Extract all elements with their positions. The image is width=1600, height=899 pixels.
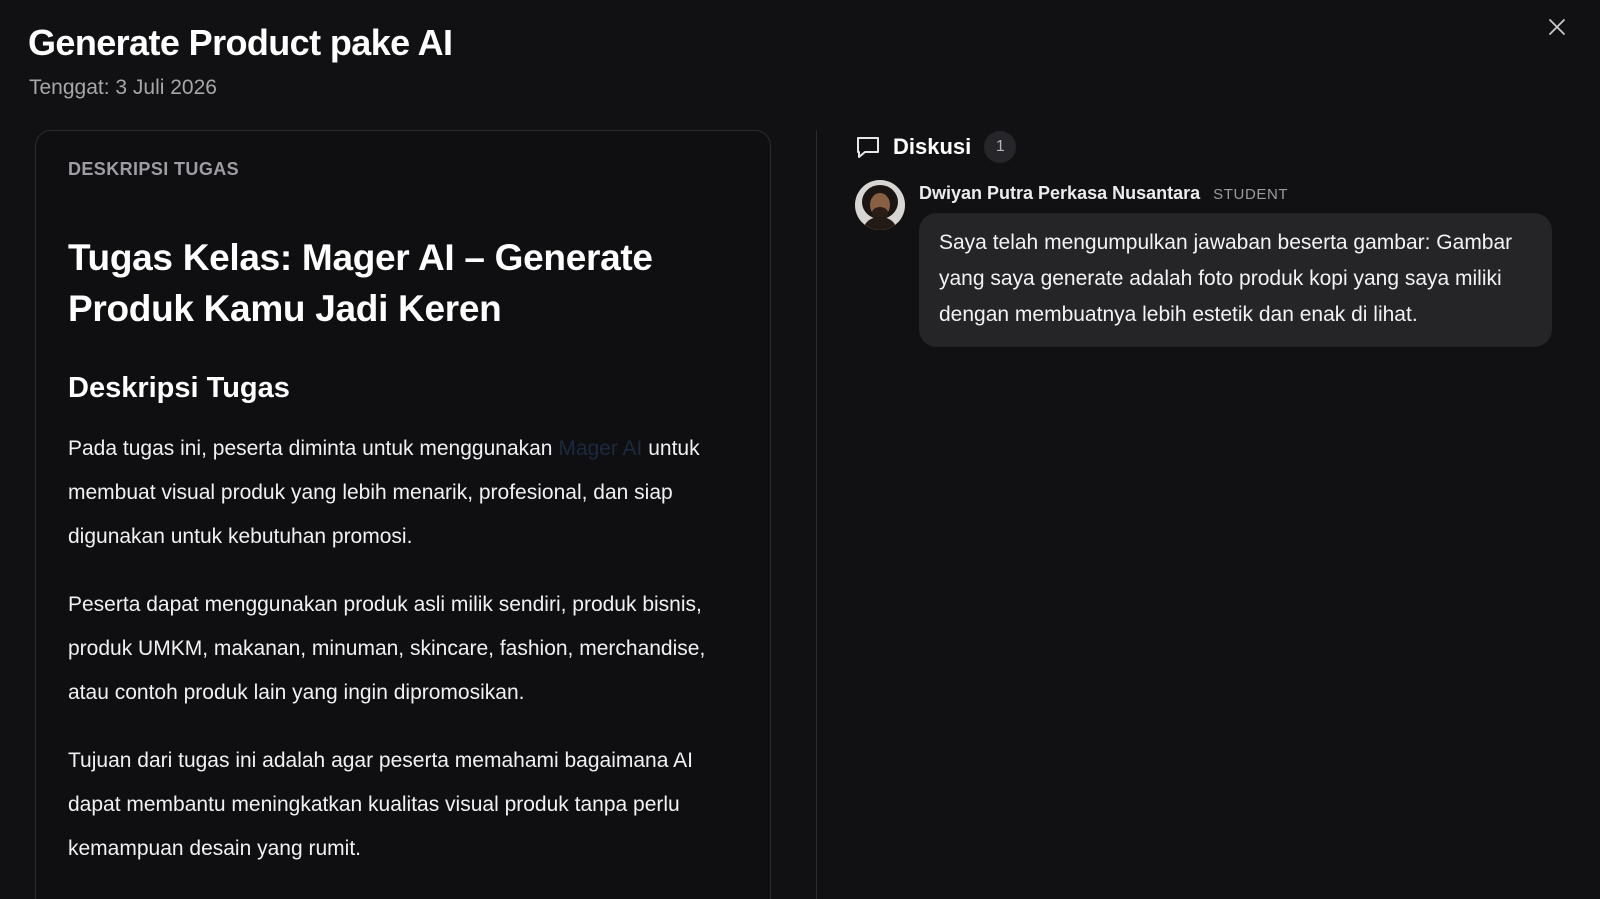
- avatar[interactable]: [855, 180, 905, 230]
- discussion-title: Diskusi: [893, 134, 972, 159]
- author-role-badge: STUDENT: [1213, 186, 1289, 203]
- paragraph-text: Pada tugas ini, peserta diminta untuk me…: [68, 437, 559, 460]
- discussion-header: Diskusi 1: [855, 130, 1017, 164]
- comment-meta: Dwiyan Putra Perkasa Nusantara STUDENT: [919, 183, 1288, 204]
- comment-author: Dwiyan Putra Perkasa Nusantara: [919, 183, 1201, 203]
- task-description-card[interactable]: DESKRIPSI TUGAS Tugas Kelas: Mager AI – …: [35, 130, 771, 899]
- modal-title: Generate Product pake AI: [28, 22, 453, 63]
- due-date: Tenggat: 3 Juli 2026: [29, 76, 217, 99]
- chat-bubble-icon: [857, 137, 879, 158]
- close-button[interactable]: [1544, 14, 1570, 40]
- task-paragraph-3: Tujuan dari tugas ini adalah agar pesert…: [68, 749, 693, 860]
- close-icon: [1549, 19, 1565, 35]
- user-avatar-icon: [855, 180, 905, 230]
- mager-ai-link[interactable]: Mager AI: [558, 437, 642, 460]
- comment-count-badge: 1: [984, 131, 1017, 163]
- task-heading: Tugas Kelas: Mager AI – Generate Produk …: [68, 237, 653, 329]
- task-paragraph-2: Peserta dapat menggunakan produk asli mi…: [68, 593, 706, 704]
- section-label: DESKRIPSI TUGAS: [68, 159, 240, 179]
- panel-divider: [816, 130, 817, 899]
- task-paragraph-1: Pada tugas ini, peserta diminta untuk me…: [68, 427, 740, 559]
- comment-bubble: Saya telah mengumpulkan jawaban beserta …: [919, 213, 1552, 347]
- task-subheading: Deskripsi Tugas: [68, 372, 290, 404]
- task-modal: Generate Product pake AI Tenggat: 3 Juli…: [0, 0, 1600, 899]
